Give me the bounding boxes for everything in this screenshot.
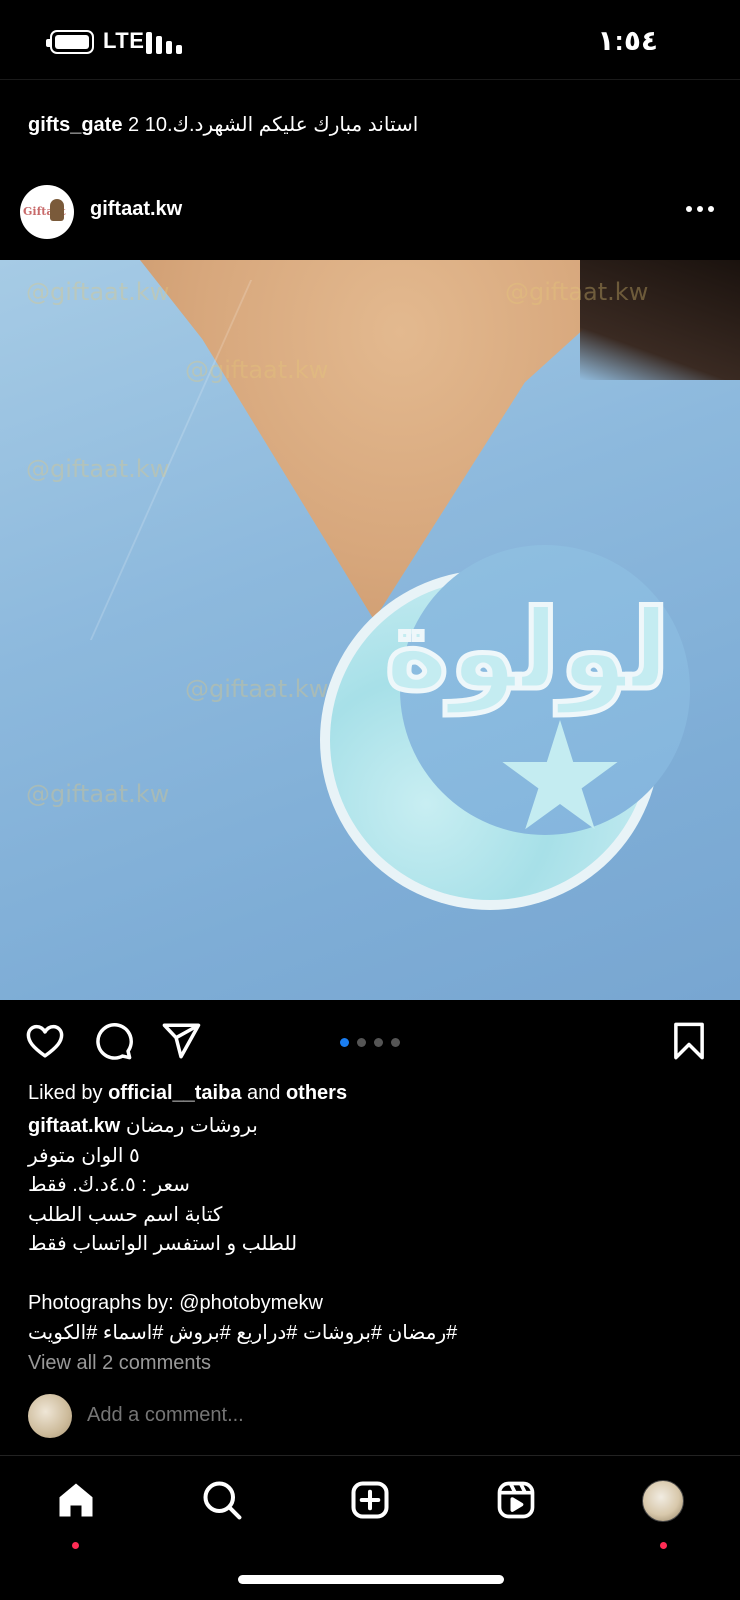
watermark: @giftaat.kw	[26, 455, 170, 483]
post-author-username[interactable]: giftaat.kw	[90, 198, 182, 221]
post-author-avatar[interactable]: Giftaat	[20, 185, 74, 239]
share-send-icon[interactable]	[160, 1020, 202, 1062]
network-type: LTE	[103, 28, 145, 53]
watermark: @giftaat.kw	[26, 780, 170, 808]
previous-post-username[interactable]: gifts_gate	[28, 114, 122, 136]
profile-tab-avatar[interactable]	[642, 1480, 684, 1522]
caption-username[interactable]: giftaat.kw	[28, 1115, 120, 1137]
previous-post-caption-text: 2 10.استاند مبارك عليكم الشهرد.ك	[128, 114, 419, 136]
comment-bubble-icon[interactable]	[92, 1020, 134, 1062]
likes-prefix: Liked by	[28, 1082, 103, 1104]
likes-and: and	[247, 1082, 281, 1104]
add-comment-input[interactable]	[87, 1404, 487, 1427]
home-indicator[interactable]	[238, 1575, 504, 1584]
signal-icon	[146, 30, 182, 54]
battery-icon	[46, 30, 94, 54]
caption-hashtags[interactable]: #رمضان #بروشات #دراريع #بروش #اسماء #الك…	[28, 1319, 708, 1349]
brooch-name-text: لولوة	[382, 584, 672, 717]
post-image[interactable]: @giftaat.kw @giftaat.kw @giftaat.kw @gif…	[0, 260, 740, 1000]
caption-first-line: giftaat.kw بروشات رمضان	[28, 1112, 708, 1142]
watermark: @giftaat.kw	[185, 356, 329, 384]
post-header: Giftaat giftaat.kw	[0, 180, 740, 250]
current-user-avatar	[28, 1394, 72, 1438]
search-icon[interactable]	[200, 1478, 244, 1522]
save-bookmark-icon[interactable]	[668, 1020, 710, 1062]
view-all-comments-link[interactable]: View all 2 comments	[28, 1352, 211, 1375]
create-icon[interactable]	[348, 1478, 392, 1522]
likes-others[interactable]: others	[286, 1082, 347, 1104]
carousel-dot	[391, 1038, 400, 1047]
caption-line: سعر : ٤.٥د.ك. فقط	[28, 1174, 190, 1196]
carousel-dot-active	[340, 1038, 349, 1047]
post-actions	[0, 1010, 740, 1070]
previous-post-caption: gifts_gate 2 10.استاند مبارك عليكم الشهر…	[28, 112, 418, 137]
add-comment-row	[0, 1392, 740, 1452]
status-time: ١:٥٤	[597, 25, 658, 56]
caption-line: ٥ الوان متوفر	[28, 1144, 140, 1167]
carousel-dot	[357, 1038, 366, 1047]
like-heart-icon[interactable]	[24, 1020, 66, 1062]
caption-line: للطلب و استفسر الواتساب فقط	[28, 1233, 298, 1255]
post-caption: giftaat.kw بروشات رمضان ٥ الوان متوفر سع…	[28, 1112, 708, 1348]
caption-first-text: بروشات رمضان	[125, 1115, 258, 1137]
likes-summary[interactable]: Liked by official__taiba and others	[28, 1082, 347, 1105]
liked-by-username[interactable]: official__taiba	[108, 1082, 241, 1104]
more-options-icon[interactable]	[686, 206, 714, 212]
carousel-dot	[374, 1038, 383, 1047]
home-icon[interactable]	[54, 1478, 98, 1522]
avatar-logo-figure	[50, 199, 64, 221]
crescent-brooch: لولوة	[320, 545, 690, 910]
caption-photographer: Photographs by: @photobymekw	[28, 1292, 323, 1314]
reels-icon[interactable]	[494, 1478, 538, 1522]
carousel-indicator	[340, 1038, 400, 1047]
watermark: @giftaat.kw	[185, 675, 329, 703]
profile-notification-dot	[660, 1542, 667, 1549]
watermark: @giftaat.kw	[505, 278, 649, 306]
watermark: @giftaat.kw	[26, 278, 170, 306]
home-notification-dot	[72, 1542, 79, 1549]
status-bar: LTE ١:٥٤	[0, 0, 740, 80]
caption-line: كتابة اسم حسب الطلب	[28, 1203, 223, 1226]
